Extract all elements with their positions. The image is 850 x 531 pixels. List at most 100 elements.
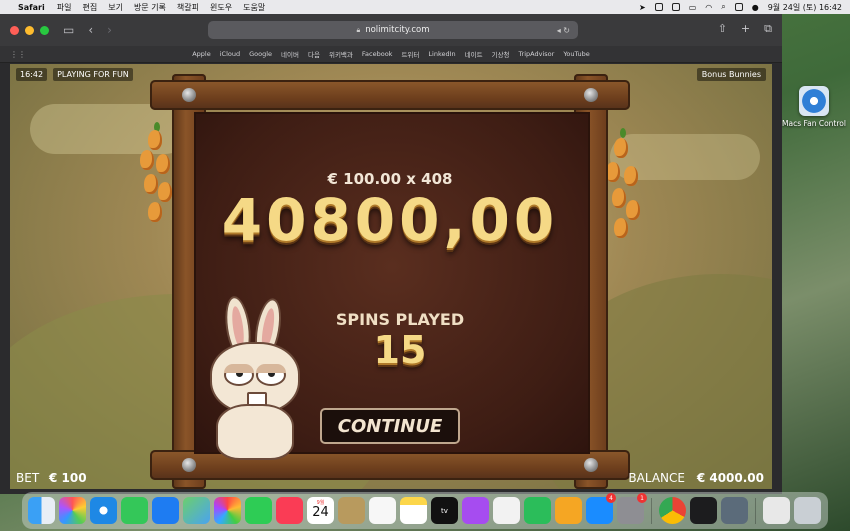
favorite-link[interactable]: LinkedIn: [428, 50, 455, 58]
win-amount: 40800,00: [221, 186, 559, 254]
new-tab-icon[interactable]: +: [741, 22, 750, 36]
keynote-icon[interactable]: [493, 497, 520, 524]
siri-icon[interactable]: ●: [752, 3, 759, 12]
bunny-mascot: [198, 294, 308, 460]
maps-icon[interactable]: [183, 497, 210, 524]
tv-label: tv: [441, 506, 448, 515]
chrome-icon[interactable]: [659, 497, 686, 524]
control-center-icon[interactable]: [734, 3, 743, 11]
balance-label: BALANCE: [628, 471, 685, 485]
status-app-icon[interactable]: [654, 3, 663, 11]
activity-monitor-icon[interactable]: [690, 497, 717, 524]
desktop-app-icon[interactable]: Macs Fan Control: [780, 86, 848, 128]
frame-beam-top: [150, 80, 630, 110]
safari-icon[interactable]: [90, 497, 117, 524]
favorite-link[interactable]: 네이버: [281, 49, 299, 59]
bet-value: € 100: [48, 471, 87, 485]
app-store-icon[interactable]: 4: [586, 493, 616, 524]
menu-app-name[interactable]: Safari: [18, 3, 45, 12]
favorite-link[interactable]: Apple: [192, 50, 211, 58]
menu-file[interactable]: 파일: [57, 2, 72, 13]
launchpad-icon[interactable]: [59, 497, 86, 524]
apple-tv-icon[interactable]: tv: [431, 497, 458, 524]
favorite-link[interactable]: Facebook: [362, 50, 393, 58]
bet-label: BET: [16, 471, 40, 485]
forward-button[interactable]: ›: [107, 23, 112, 37]
menu-clock[interactable]: 9월 24일 (토) 16:42: [768, 2, 842, 13]
menu-edit[interactable]: 편집: [82, 2, 97, 13]
music-icon[interactable]: [276, 497, 303, 524]
menu-help[interactable]: 도움말: [243, 2, 265, 13]
back-button[interactable]: ‹: [88, 23, 93, 37]
app-store-badge: 4: [606, 493, 616, 503]
favorite-link[interactable]: TripAdvisor: [519, 50, 555, 58]
menu-bookmarks[interactable]: 책갈피: [177, 2, 199, 13]
wifi-icon[interactable]: ◠: [705, 3, 712, 12]
game-canvas[interactable]: 16:42 PLAYING FOR FUN Bonus Bunnies € 10…: [10, 64, 772, 489]
menu-view[interactable]: 보기: [108, 2, 123, 13]
spotlight-icon[interactable]: ⌕: [721, 2, 725, 12]
menu-window[interactable]: 윈도우: [210, 2, 232, 13]
favorite-link[interactable]: Google: [249, 50, 272, 58]
calendar-icon[interactable]: 9월 24: [307, 497, 334, 524]
safari-window: ▭ ‹ › ◐ 🔒︎ nolimitcity.com ◂ ↻ ⇧ + ⧉ ⋮⋮ …: [0, 14, 782, 494]
location-icon[interactable]: ➤: [639, 3, 646, 12]
system-preferences-icon[interactable]: 1: [617, 493, 647, 524]
input-source-icon[interactable]: [671, 3, 680, 11]
calendar-day: 24: [312, 505, 329, 520]
url-text: nolimitcity.com: [365, 25, 430, 35]
tab-overview-icon[interactable]: ⧉: [764, 22, 772, 36]
messages-icon[interactable]: [121, 497, 148, 524]
favorite-link[interactable]: 기상청: [492, 49, 510, 59]
zoom-window-button[interactable]: [40, 25, 49, 35]
minimize-window-button[interactable]: [25, 25, 34, 35]
favorite-link[interactable]: 다음: [308, 49, 320, 59]
document-icon[interactable]: [763, 497, 790, 524]
pages-icon[interactable]: [555, 497, 582, 524]
play-mode-label: PLAYING FOR FUN: [53, 68, 133, 81]
notes-icon[interactable]: [400, 497, 427, 524]
bunny-body: [216, 404, 294, 460]
sidebar-toggle-icon[interactable]: ▭: [63, 23, 74, 37]
address-bar[interactable]: 🔒︎ nolimitcity.com ◂ ↻: [208, 21, 578, 39]
game-title-badge: Bonus Bunnies: [696, 68, 766, 81]
screenshot-app-icon[interactable]: [721, 497, 748, 524]
desktop-icon-label: Macs Fan Control: [782, 119, 846, 128]
favorite-link[interactable]: YouTube: [563, 50, 589, 58]
dock-separator: [651, 497, 652, 524]
facetime-icon[interactable]: [245, 497, 272, 524]
game-status-top-left: 16:42 PLAYING FOR FUN: [16, 68, 133, 81]
reload-icon[interactable]: ◂ ↻: [557, 26, 570, 35]
game-clock: 16:42: [16, 68, 48, 81]
bolt-icon: [182, 458, 196, 472]
bolt-icon: [584, 88, 598, 102]
favorite-link[interactable]: 트위터: [401, 49, 419, 59]
close-window-button[interactable]: [10, 25, 19, 35]
bolt-icon: [584, 458, 598, 472]
toolbar-right: ⇧ + ⧉: [718, 22, 772, 36]
trash-icon[interactable]: [794, 497, 821, 524]
balance-display: BALANCE € 4000.00: [628, 471, 764, 485]
mail-icon[interactable]: [152, 497, 179, 524]
bet-display[interactable]: BET € 100: [16, 471, 87, 485]
share-icon[interactable]: ⇧: [718, 22, 727, 36]
dock: 9월 24 tv 4 1: [22, 492, 828, 529]
window-controls: [10, 25, 49, 35]
reminders-icon[interactable]: [369, 497, 396, 524]
menu-history[interactable]: 방문 기록: [134, 2, 166, 13]
settings-badge: 1: [637, 493, 647, 503]
contacts-icon[interactable]: [338, 497, 365, 524]
favorites-grid-icon[interactable]: ⋮⋮: [10, 50, 26, 59]
favorite-link[interactable]: 위키백과: [329, 49, 353, 59]
photos-icon[interactable]: [214, 497, 241, 524]
podcasts-icon[interactable]: [462, 497, 489, 524]
fan-icon: [799, 86, 829, 116]
finder-icon[interactable]: [28, 497, 55, 524]
battery-icon[interactable]: ▭: [689, 3, 697, 12]
favorite-link[interactable]: iCloud: [220, 50, 240, 58]
numbers-icon[interactable]: [524, 497, 551, 524]
continue-button[interactable]: CONTINUE: [320, 408, 460, 444]
lock-icon: 🔒︎: [356, 25, 361, 34]
favorites-bar: ⋮⋮ Apple iCloud Google 네이버 다음 위키백과 Faceb…: [0, 46, 782, 63]
favorite-link[interactable]: 네이트: [465, 49, 483, 59]
